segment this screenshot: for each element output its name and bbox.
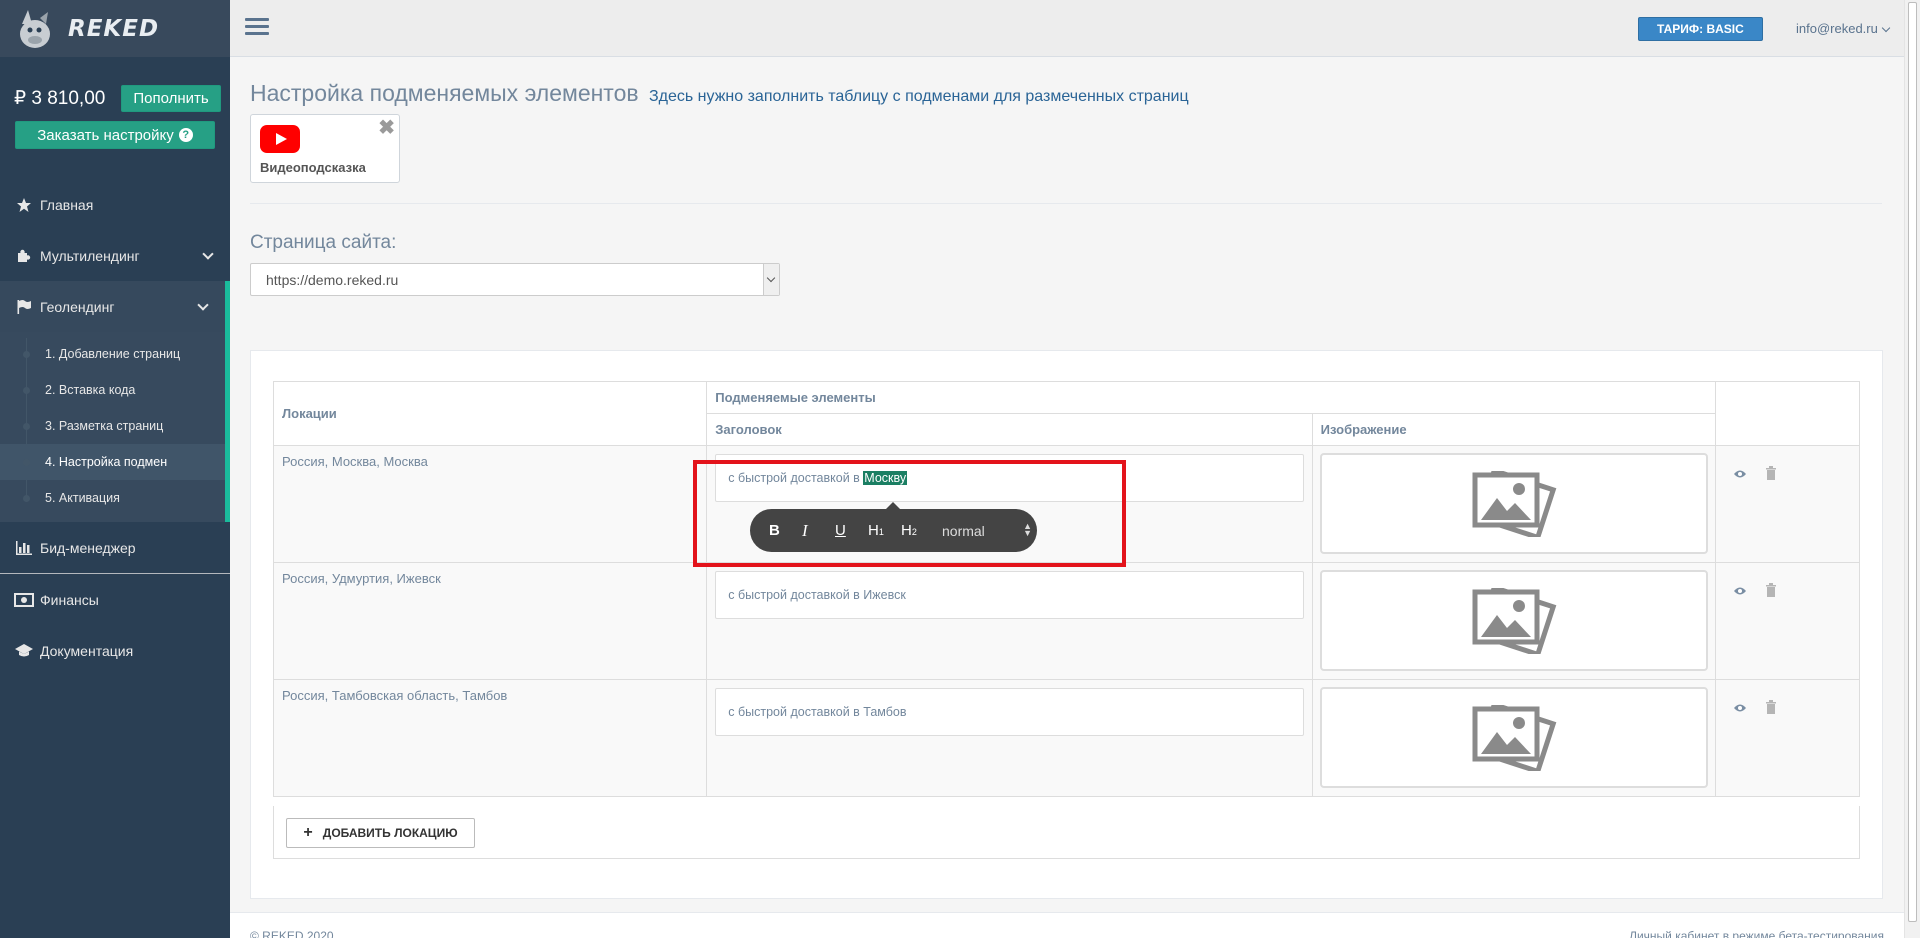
sidebar-item-finance[interactable]: Финансы bbox=[0, 574, 230, 625]
header-actions bbox=[1714, 381, 1861, 446]
user-menu[interactable]: info@reked.ru bbox=[1796, 21, 1891, 36]
image-placeholder-icon bbox=[1472, 704, 1557, 771]
tariff-badge[interactable]: ТАРИФ: BASIC bbox=[1638, 17, 1763, 41]
title-cell: с быстрой доставкой в Тамбов bbox=[706, 679, 1313, 797]
eye-icon[interactable] bbox=[1733, 584, 1747, 599]
image-upload[interactable] bbox=[1319, 570, 1708, 671]
sidebar-item-label: Документация bbox=[40, 642, 134, 659]
sidebar-item-label: Финансы bbox=[40, 591, 99, 608]
eye-icon[interactable] bbox=[1733, 467, 1747, 482]
submenu-item-markup-pages[interactable]: 3. Разметка страниц bbox=[0, 408, 225, 444]
sidebar: REKED ₽ 3 810,00 Пополнить Заказать наст… bbox=[0, 0, 230, 938]
table-row: Россия, Удмуртия, Ижевск с быстрой доста… bbox=[272, 562, 1861, 680]
title-cell: с быстрой доставкой в Ижевск bbox=[706, 562, 1313, 680]
scrollbar-thumb[interactable] bbox=[1908, 2, 1917, 922]
geolanding-submenu: 1. Добавление страниц 2. Вставка кода 3.… bbox=[0, 332, 230, 522]
balance: ₽ 3 810,00 bbox=[14, 88, 106, 109]
puzzle-icon bbox=[14, 248, 34, 264]
title-editor[interactable]: с быстрой доставкой в Ижевск bbox=[715, 571, 1304, 619]
location-cell: Россия, Москва, Москва bbox=[272, 445, 708, 563]
actions-cell bbox=[1714, 679, 1861, 797]
add-location-button[interactable]: + ДОБАВИТЬ ЛОКАЦИЮ bbox=[286, 818, 475, 848]
submenu-item-substitutions[interactable]: 4. Настройка подмен bbox=[0, 444, 225, 480]
title-editor[interactable]: с быстрой доставкой в Тамбов bbox=[715, 688, 1304, 736]
trash-icon[interactable] bbox=[1765, 700, 1777, 717]
video-hint-label: Видеоподсказка bbox=[260, 160, 366, 175]
sidebar-item-label: Главная bbox=[40, 196, 94, 213]
table-row: Россия, Тамбовская область, Тамбов с быс… bbox=[272, 679, 1861, 797]
divider bbox=[250, 203, 1882, 204]
order-setup-label: Заказать настройку bbox=[37, 126, 174, 144]
user-email: info@reked.ru bbox=[1796, 21, 1878, 36]
location-cell: Россия, Тамбовская область, Тамбов bbox=[272, 679, 708, 797]
image-placeholder-icon bbox=[1472, 470, 1557, 537]
image-cell bbox=[1311, 679, 1716, 797]
topup-button[interactable]: Пополнить bbox=[121, 85, 221, 112]
plus-icon: + bbox=[303, 824, 313, 841]
header-substituted-elements: Подменяемые элементы bbox=[706, 381, 1716, 414]
submenu-item-activation[interactable]: 5. Активация bbox=[0, 480, 225, 516]
trash-icon[interactable] bbox=[1765, 466, 1777, 483]
video-hint-card[interactable]: Видеоподсказка ✖ bbox=[250, 114, 400, 183]
page-subtitle: Здесь нужно заполнить таблицу с подменам… bbox=[649, 88, 1189, 105]
sidebar-item-label: Мультилендинг bbox=[40, 247, 140, 264]
image-cell bbox=[1311, 445, 1716, 563]
sidebar-item-geolanding[interactable]: Геолендинг bbox=[0, 281, 230, 332]
rhino-logo-icon bbox=[20, 9, 50, 48]
sidebar-item-multilanding[interactable]: Мультилендинг bbox=[0, 230, 230, 281]
add-location-row: + ДОБАВИТЬ ЛОКАЦИЮ bbox=[273, 806, 1860, 859]
site-page-label: Страница сайта: bbox=[250, 232, 397, 253]
footer-copyright: © REKED 2020 bbox=[250, 929, 334, 938]
image-placeholder-icon bbox=[1472, 587, 1557, 654]
graduation-cap-icon bbox=[14, 643, 34, 659]
footer: © REKED 2020 Личный кабинет в режиме бет… bbox=[230, 912, 1904, 938]
site-page-value: https://demo.reked.ru bbox=[266, 272, 399, 288]
highlight-annotation-box bbox=[693, 460, 1126, 567]
logo[interactable]: REKED bbox=[0, 0, 230, 57]
actions-cell bbox=[1714, 445, 1861, 563]
page-title-text: Настройка подменяемых элементов bbox=[250, 80, 639, 106]
submenu-item-add-pages[interactable]: 1. Добавление страниц bbox=[0, 336, 225, 372]
sidebar-item-label: Бид-менеджер bbox=[40, 539, 136, 556]
sidebar-menu: Главная Мультилендинг Геолендинг 1. Доба… bbox=[0, 179, 230, 676]
add-location-label: ДОБАВИТЬ ЛОКАЦИЮ bbox=[322, 826, 458, 840]
chevron-down-icon[interactable] bbox=[763, 264, 779, 295]
eye-icon[interactable] bbox=[1733, 701, 1747, 716]
page-scrollbar[interactable] bbox=[1904, 0, 1920, 938]
order-setup-button[interactable]: Заказать настройку ? bbox=[15, 121, 215, 149]
substitution-table: Локации Подменяемые элементы Заголовок И… bbox=[272, 381, 1861, 797]
trash-icon[interactable] bbox=[1765, 583, 1777, 600]
image-upload[interactable] bbox=[1319, 687, 1708, 788]
site-page-select[interactable]: https://demo.reked.ru bbox=[250, 263, 780, 296]
bar-chart-icon bbox=[14, 540, 34, 556]
sidebar-item-docs[interactable]: Документация bbox=[0, 625, 230, 676]
chevron-down-icon bbox=[1881, 23, 1891, 33]
header-title: Заголовок bbox=[706, 413, 1313, 446]
youtube-icon bbox=[260, 125, 300, 153]
sidebar-item-label: Геолендинг bbox=[40, 298, 115, 315]
image-cell bbox=[1311, 562, 1716, 680]
question-icon: ? bbox=[178, 128, 193, 142]
close-icon[interactable]: ✖ bbox=[378, 115, 395, 140]
actions-cell bbox=[1714, 562, 1861, 680]
footer-beta-note: Личный кабинет в режиме бета-тестировани… bbox=[1629, 929, 1884, 938]
money-icon bbox=[14, 592, 34, 607]
brand-name: REKED bbox=[68, 15, 160, 42]
header-image: Изображение bbox=[1311, 413, 1716, 446]
sidebar-item-home[interactable]: Главная bbox=[0, 179, 230, 230]
header-locations: Локации bbox=[272, 381, 708, 446]
image-upload[interactable] bbox=[1319, 453, 1708, 554]
top-navigation: ТАРИФ: BASIC info@reked.ru bbox=[230, 0, 1904, 57]
chevron-down-icon bbox=[197, 299, 209, 311]
star-icon bbox=[14, 197, 34, 213]
location-cell: Россия, Удмуртия, Ижевск bbox=[272, 562, 708, 680]
submenu-item-insert-code[interactable]: 2. Вставка кода bbox=[0, 372, 225, 408]
flag-icon bbox=[14, 299, 34, 315]
menu-toggle-icon[interactable] bbox=[245, 18, 269, 39]
sidebar-item-bid-manager[interactable]: Бид-менеджер bbox=[0, 522, 230, 573]
page-title: Настройка подменяемых элементов Здесь ну… bbox=[250, 80, 1189, 107]
chevron-down-icon bbox=[202, 248, 214, 260]
